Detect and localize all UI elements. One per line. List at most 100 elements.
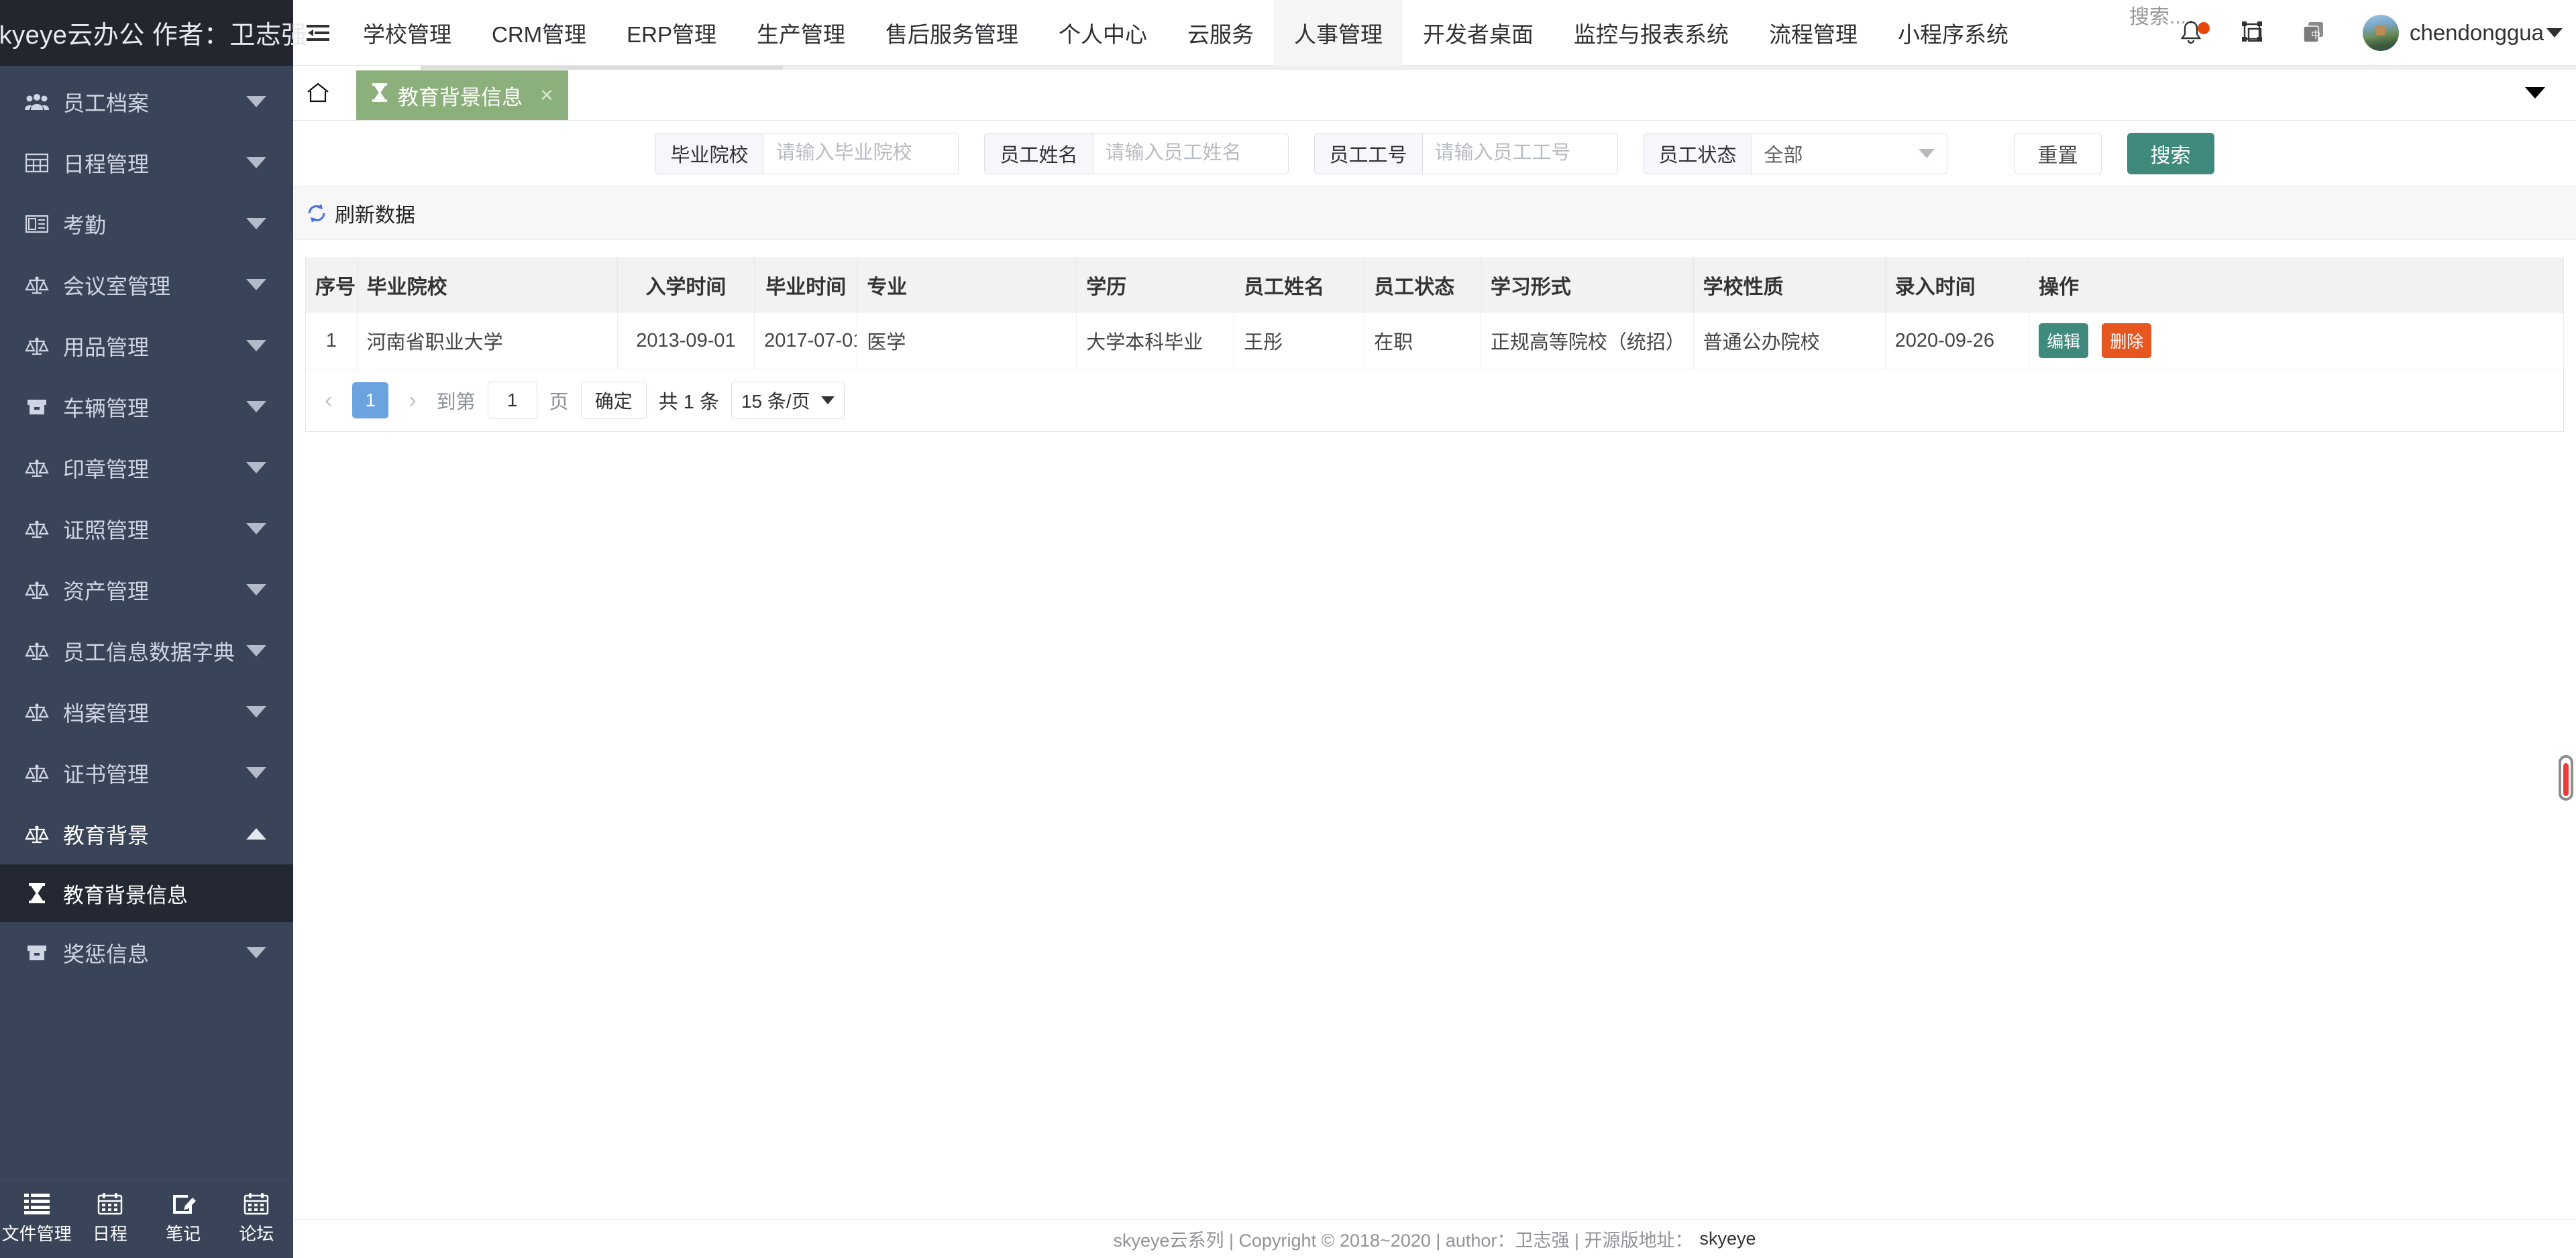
col-entry-time: 录入时间	[1885, 258, 2030, 312]
language-switch-icon[interactable]: 中	[2284, 0, 2345, 66]
sidebar-item-license[interactable]: 证照管理	[0, 498, 293, 559]
sidebar-item-label: 日程管理	[63, 152, 150, 176]
notifications-button[interactable]	[2160, 0, 2222, 66]
sidebar-item-label: 档案管理	[63, 701, 150, 726]
close-icon[interactable]: ×	[540, 82, 553, 109]
sidebar-item-attendance[interactable]: 考勤	[0, 193, 293, 254]
sidebar-item-seal[interactable]: 印章管理	[0, 437, 293, 498]
filter-label: 毕业院校	[655, 133, 764, 174]
cell-operations: 编辑 删除	[2029, 312, 2564, 369]
prev-page-button[interactable]: ‹	[317, 388, 340, 414]
employee-name-input[interactable]	[1093, 133, 1288, 174]
sidebar-item-vehicle[interactable]: 车辆管理	[0, 376, 293, 437]
employee-status-value: 全部	[1764, 144, 1803, 166]
col-school-nature: 学校性质	[1693, 258, 1886, 312]
topnav-item-8[interactable]: 开发者桌面	[1403, 0, 1554, 66]
sidebar-item-assets[interactable]: 资产管理	[0, 559, 293, 620]
employee-number-input[interactable]	[1422, 133, 1617, 174]
page-scroll-indicator[interactable]	[2559, 755, 2573, 801]
next-page-button[interactable]: ›	[400, 388, 424, 414]
topnav-item-7[interactable]: 人事管理	[1274, 0, 1403, 66]
topnav-item-10[interactable]: 流程管理	[1749, 0, 1878, 66]
sidebar-subitem-label: 教育背景信息	[63, 883, 188, 907]
sidebar-item-education-background[interactable]: 教育背景	[0, 803, 293, 864]
topnav-item-3[interactable]: 生产管理	[737, 0, 865, 66]
goto-prefix-label: 到第	[436, 392, 476, 413]
sidebar-item-archives[interactable]: 档案管理	[0, 681, 293, 742]
sidebar-item-employee-files[interactable]: 员工档案	[0, 71, 293, 132]
avatar[interactable]	[2362, 15, 2399, 51]
goto-confirm-button[interactable]: 确定	[580, 382, 647, 419]
col-employee-name: 员工姓名	[1234, 258, 1365, 312]
sidebar-footer-label: 论坛	[239, 1224, 274, 1244]
sidebar-item-employee-dictionary[interactable]: 员工信息数据字典	[0, 620, 293, 681]
chevron-down-icon	[246, 401, 266, 412]
col-enroll-date: 入学时间	[617, 258, 755, 312]
svg-text:中: 中	[2311, 30, 2320, 41]
sidebar-footer-file-manager[interactable]: 文件管理	[0, 1192, 73, 1245]
tab-dropdown-caret-icon[interactable]	[2525, 87, 2545, 99]
sidebar-footer-forum[interactable]: 论坛	[220, 1192, 293, 1245]
box-icon	[21, 944, 52, 962]
topnav-item-6[interactable]: 云服务	[1167, 0, 1274, 66]
page-scroll-thumb	[2563, 763, 2569, 796]
edit-button[interactable]: 编辑	[2039, 323, 2089, 358]
sidebar-item-label: 资产管理	[63, 579, 150, 604]
cell-school-nature: 普通公办院校	[1693, 312, 1886, 369]
sidebar-subitem-education-background-info[interactable]: 教育背景信息	[0, 864, 293, 922]
chevron-down-icon	[820, 396, 835, 404]
sidebar-footer: 文件管理 日程 笔记 论坛	[0, 1179, 293, 1258]
chevron-down-icon[interactable]	[2546, 28, 2563, 38]
topnav-item-0[interactable]: 学校管理	[343, 0, 472, 66]
box-icon	[21, 398, 52, 416]
topnav-item-1[interactable]: CRM管理	[472, 0, 606, 66]
topnav-item-4[interactable]: 售后服务管理	[865, 0, 1038, 66]
sidebar-item-certificate[interactable]: 证书管理	[0, 742, 293, 803]
tab-label: 教育背景信息	[398, 85, 523, 109]
sidebar-footer-schedule[interactable]: 日程	[73, 1192, 146, 1245]
sidebar-item-label: 考勤	[63, 213, 107, 237]
tab-education-background-info[interactable]: 教育背景信息 ×	[356, 70, 568, 120]
home-tab-button[interactable]	[293, 65, 343, 120]
refresh-icon	[308, 203, 325, 223]
sidebar-item-label: 会议室管理	[63, 274, 171, 298]
tab-bar: 教育背景信息 ×	[293, 66, 2576, 121]
sidebar-menu: 员工档案 日程管理 考勤 会议室管理 用品管理 车辆管理 印章管理 证照管理 资…	[0, 66, 293, 983]
cell-entry-time: 2020-09-26	[1885, 312, 2030, 369]
employee-status-select[interactable]: 全部	[1752, 133, 1947, 174]
sidebar-item-meeting-room[interactable]: 会议室管理	[0, 254, 293, 315]
goto-page-input[interactable]	[487, 382, 537, 419]
topnav-item-9[interactable]: 监控与报表系统	[1554, 0, 1749, 66]
tab-scroll-thumb[interactable]	[421, 66, 783, 70]
page-size-select[interactable]: 15 条/页	[731, 382, 845, 419]
page-footer: skyeye云系列 | Copyright © 2018~2020 | auth…	[293, 1219, 2576, 1258]
chevron-down-icon	[246, 218, 266, 229]
search-button[interactable]: 搜索	[2127, 132, 2214, 174]
sidebar-toggle-icon[interactable]	[293, 0, 343, 66]
col-education-level: 学历	[1076, 258, 1235, 312]
sidebar-item-schedule[interactable]: 日程管理	[0, 132, 293, 193]
username-label[interactable]: chendonggua	[2410, 20, 2544, 46]
reset-button[interactable]: 重置	[2014, 132, 2102, 174]
col-major: 专业	[857, 258, 1077, 312]
refresh-data-button[interactable]: 刷新数据	[307, 198, 415, 228]
sidebar-item-label: 证书管理	[63, 762, 150, 787]
delete-button[interactable]: 删除	[2102, 323, 2152, 358]
footer-text: skyeye云系列 | Copyright © 2018~2020 | auth…	[1113, 1231, 1693, 1251]
sidebar-item-label: 教育背景	[63, 823, 150, 848]
table-row[interactable]: 1 河南省职业大学 2013-09-01 2017-07-01 医学 大学本科毕…	[305, 312, 2564, 369]
sidebar-footer-notes[interactable]: 笔记	[147, 1192, 220, 1245]
topnav-item-2[interactable]: ERP管理	[606, 0, 737, 66]
page-number-1[interactable]: 1	[352, 382, 389, 418]
fullscreen-icon[interactable]	[2222, 0, 2284, 66]
note-edit-icon	[173, 1195, 197, 1214]
topnav-item-11[interactable]: 小程序系统	[1878, 0, 2029, 66]
topnav-item-5[interactable]: 个人中心	[1038, 0, 1167, 66]
sidebar-footer-label: 日程	[92, 1224, 127, 1244]
col-graduate-date: 毕业时间	[754, 258, 858, 312]
graduation-school-input[interactable]	[763, 133, 959, 174]
sidebar-item-rewards-punishments[interactable]: 奖惩信息	[0, 922, 293, 983]
footer-link-skyeye[interactable]: skyeye	[1699, 1228, 1756, 1249]
page-size-value: 15 条/页	[741, 391, 810, 412]
sidebar-item-supplies[interactable]: 用品管理	[0, 315, 293, 376]
